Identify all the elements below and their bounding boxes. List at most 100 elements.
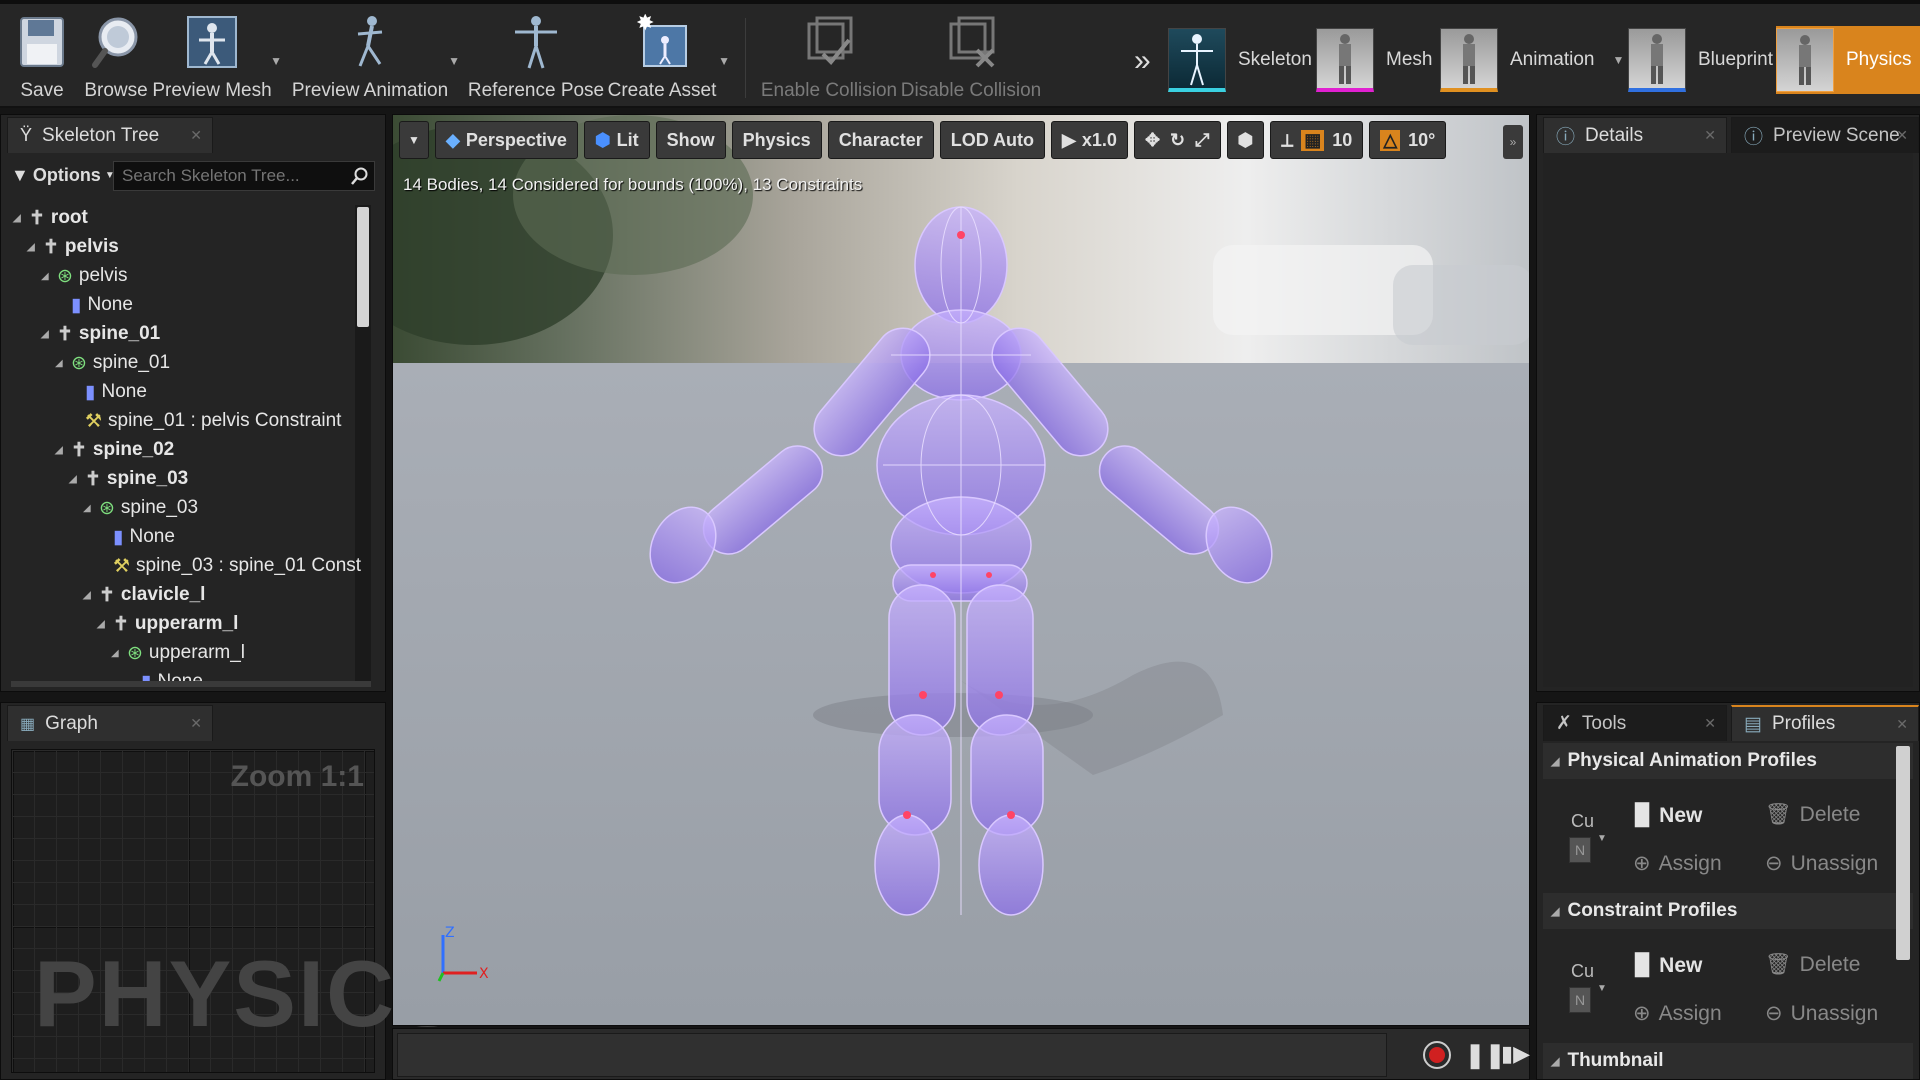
thumbnail-header[interactable]: ◢ Thumbnail <box>1543 1043 1913 1079</box>
double-chevron-icon[interactable]: » <box>1134 44 1151 78</box>
preview-mesh-button[interactable]: Preview Mesh ▼ <box>152 12 282 104</box>
pa-new-button[interactable]: ▉ New <box>1635 803 1702 828</box>
expand-triangle-icon[interactable]: ◢ <box>55 445 65 456</box>
expand-triangle-icon[interactable]: ◢ <box>97 619 107 630</box>
tree-row-bone[interactable]: ◢ ✝ spine_02 <box>55 437 174 463</box>
chevron-down-icon[interactable]: ▼ <box>1597 833 1607 844</box>
playback-speed-button[interactable]: ▶ x1.0 <box>1051 121 1128 159</box>
expand-triangle-icon[interactable]: ◢ <box>111 648 121 659</box>
physical-animation-profiles-header[interactable]: ◢ Physical Animation Profiles <box>1543 743 1913 779</box>
pa-profile-combo[interactable]: N <box>1569 837 1591 863</box>
mode-blueprint-button[interactable]: Blueprint <box>1628 26 1773 94</box>
tree-horizontal-scrollbar[interactable] <box>11 681 371 687</box>
close-icon[interactable]: ✕ <box>1704 127 1716 144</box>
pa-unassign-button[interactable]: ⊖ Unassign <box>1765 851 1878 876</box>
pa-assign-button[interactable]: ⊕ Assign <box>1633 851 1722 876</box>
expand-triangle-icon[interactable]: ◢ <box>83 590 93 601</box>
search-skeleton-tree-input[interactable] <box>113 161 375 191</box>
expand-triangle-icon[interactable]: ◢ <box>41 271 51 282</box>
create-asset-dropdown-icon[interactable]: ▼ <box>718 54 730 68</box>
mode-mesh-button[interactable]: Mesh <box>1316 26 1432 94</box>
lit-button[interactable]: ⬢ Lit <box>583 121 650 159</box>
show-button[interactable]: Show <box>655 121 726 159</box>
graph-canvas[interactable]: Zoom 1:1 PHYSICS <box>11 749 459 1073</box>
expand-triangle-icon[interactable]: ◢ <box>41 329 51 340</box>
save-button[interactable]: Save <box>14 12 70 104</box>
rotation-snap-value[interactable]: 10° <box>1408 130 1435 151</box>
cp-assign-button[interactable]: ⊕ Assign <box>1633 1001 1722 1026</box>
preview-animation-button[interactable]: Preview Animation ▼ <box>292 12 460 104</box>
chevron-down-icon[interactable]: ▼ <box>1597 983 1607 994</box>
tab-graph[interactable]: ▦ Graph ✕ <box>7 705 213 741</box>
mode-physics-button[interactable]: Physics <box>1776 26 1920 94</box>
lod-button[interactable]: LOD Auto <box>939 121 1046 159</box>
preview-mesh-dropdown-icon[interactable]: ▼ <box>270 54 282 68</box>
coordinate-space-button[interactable]: ⬢ <box>1226 121 1265 159</box>
rotate-icon[interactable]: ↻ <box>1170 130 1185 151</box>
profiles-scrollbar-thumb[interactable] <box>1896 746 1910 960</box>
tab-profiles[interactable]: ▤ Profiles ✕ <box>1731 705 1919 741</box>
cp-new-button[interactable]: ▉ New <box>1635 953 1702 978</box>
tab-tools[interactable]: ✗ Tools ✕ <box>1543 705 1727 741</box>
tree-row-shape[interactable]: ▮ None <box>97 524 175 550</box>
surface-snap-icon[interactable]: ⟂ <box>1281 130 1293 151</box>
close-icon[interactable]: ✕ <box>1896 127 1908 144</box>
tree-row-bone[interactable]: ◢ ✝ root <box>13 205 88 231</box>
tree-row-bone[interactable]: ◢ ✝ clavicle_l <box>83 582 205 608</box>
grid-snap-value[interactable]: 10 <box>1332 130 1352 151</box>
tree-row-body[interactable]: ◢ ⊛ spine_01 <box>55 350 170 376</box>
cp-profile-combo[interactable]: N <box>1569 987 1591 1013</box>
close-icon[interactable]: ✕ <box>1896 716 1908 733</box>
mode-skeleton-button[interactable]: Skeleton <box>1168 26 1312 94</box>
preview-animation-dropdown-icon[interactable]: ▼ <box>448 54 460 68</box>
tree-row-constraint[interactable]: ⚒ spine_03 : spine_01 Constra <box>97 553 361 579</box>
tab-skeleton-tree[interactable]: Ÿ Skeleton Tree ✕ <box>7 117 213 153</box>
enable-collision-button[interactable]: Enable Collision <box>761 12 897 104</box>
tree-row-body[interactable]: ◢ ⊛ pelvis <box>41 263 128 289</box>
tree-row-bone[interactable]: ◢ ✝ spine_01 <box>41 321 160 347</box>
search-icon[interactable] <box>351 167 369 185</box>
viewport-options-dropdown[interactable]: ▼ <box>399 121 429 159</box>
disable-collision-button[interactable]: Disable Collision <box>901 12 1041 104</box>
expand-triangle-icon[interactable]: ◢ <box>83 503 93 514</box>
tree-row-body[interactable]: ◢ ⊛ spine_03 <box>83 495 198 521</box>
tree-row-body[interactable]: ◢ ⊛ upperarm_l <box>111 640 245 666</box>
close-icon[interactable]: ✕ <box>190 715 202 732</box>
translate-icon[interactable]: ✥ <box>1145 130 1160 151</box>
expand-triangle-icon[interactable]: ◢ <box>13 213 23 224</box>
animation-dropdown-icon[interactable]: ▼ <box>1613 53 1625 67</box>
tab-details[interactable]: ⓘ Details ✕ <box>1543 117 1727 153</box>
viewport[interactable]: ▼ ◆ Perspective ⬢ Lit Show Physics Charact… <box>392 114 1530 1026</box>
physics-menu-button[interactable]: Physics <box>731 121 822 159</box>
expand-triangle-icon[interactable]: ◢ <box>55 358 65 369</box>
tree-row-shape[interactable]: ▮ None <box>55 292 133 318</box>
grid-snap-icon[interactable]: ▦ <box>1301 129 1325 151</box>
expand-triangle-icon[interactable]: ◢ <box>27 242 37 253</box>
scale-icon[interactable]: ⤢ <box>1195 130 1209 151</box>
tree-row-bone[interactable]: ◢ ✝ upperarm_l <box>97 611 238 637</box>
tree-row-shape[interactable]: ▮ None <box>69 379 147 405</box>
cp-delete-button[interactable]: 🗑 Delete <box>1765 953 1860 977</box>
viewport-toolbar-collapse[interactable]: » <box>1503 125 1523 159</box>
perspective-button[interactable]: ◆ Perspective <box>435 121 578 159</box>
expand-triangle-icon[interactable]: ◢ <box>69 474 79 485</box>
pa-delete-button[interactable]: 🗑 Delete <box>1765 803 1860 827</box>
close-icon[interactable]: ✕ <box>1704 715 1716 732</box>
character-button[interactable]: Character <box>827 121 934 159</box>
browse-button[interactable]: Browse <box>84 12 148 104</box>
tab-preview-scene[interactable]: ⓘ Preview Scene ✕ <box>1731 117 1919 153</box>
mode-animation-button[interactable]: Animation ▼ <box>1440 26 1624 94</box>
timeline-bar[interactable] <box>397 1033 1387 1077</box>
physics-asset-character[interactable] <box>393 115 1530 1026</box>
close-icon[interactable]: ✕ <box>190 127 202 144</box>
record-button[interactable] <box>1423 1041 1451 1069</box>
tree-row-bone[interactable]: ◢ ✝ spine_03 <box>69 466 188 492</box>
rotation-snap-icon[interactable]: △ <box>1380 129 1401 151</box>
create-asset-button[interactable]: ✸ Create Asset ▼ <box>608 12 730 104</box>
pause-button[interactable]: ❚❚ <box>1465 1041 1505 1070</box>
constraint-profiles-header[interactable]: ◢ Constraint Profiles <box>1543 893 1913 929</box>
options-dropdown[interactable]: ▼ Options ▼ <box>11 165 115 186</box>
step-button[interactable]: ▮▶ <box>1501 1041 1530 1067</box>
tree-row-bone[interactable]: ◢ ✝ pelvis <box>27 234 119 260</box>
cp-unassign-button[interactable]: ⊖ Unassign <box>1765 1001 1878 1026</box>
